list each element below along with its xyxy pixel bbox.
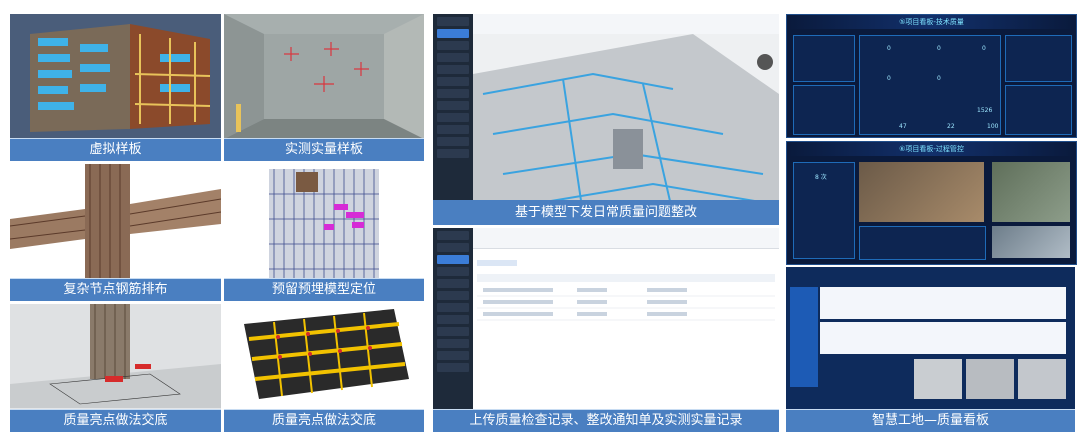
site-photo-main <box>859 162 984 222</box>
tile-quality-demo-2: 质量亮点做法交底 <box>224 304 424 432</box>
caption-upload-records: 上传质量检查记录、整改通知单及实测实量记录 <box>433 409 779 432</box>
quality-demo-2-render <box>224 304 424 408</box>
tile-rebar-layout: 复杂节点钢筋排布 <box>10 164 221 301</box>
tech-value-3: 0 <box>982 45 986 52</box>
tile-model-rectify: 基于模型下发日常质量问题整改 <box>433 14 779 225</box>
dashboard-tech-quality-title: ⑤项目看板-技术质量 <box>787 15 1076 29</box>
caption-embedded-position: 预留预埋模型定位 <box>224 278 424 301</box>
smart-site-sidebar <box>790 287 818 387</box>
tech-value-7: 47 <box>899 123 907 130</box>
tech-value-9: 100 <box>987 123 999 130</box>
bim-model-view <box>473 34 779 225</box>
smart-site-photo-3 <box>1018 359 1066 399</box>
site-photo-thumb <box>992 226 1070 258</box>
records-sidebar <box>433 228 473 432</box>
caption-quality-demo-1: 质量亮点做法交底 <box>10 409 221 432</box>
dashboard-process: ⑥项目看板-过程管控 8 次 <box>786 141 1077 265</box>
tile-virtual-sample: 虚拟样板 <box>10 14 221 161</box>
tile-quality-demo-1: 质量亮点做法交底 <box>10 304 221 432</box>
caption-quality-demo-2: 质量亮点做法交底 <box>224 409 424 432</box>
process-stat: 8 次 <box>815 174 827 181</box>
caption-measured-sample: 实测实量样板 <box>224 138 424 161</box>
tech-value-4: 0 <box>887 75 891 82</box>
tech-value-6: 1526 <box>977 107 993 114</box>
smart-site-photo-2 <box>966 359 1014 399</box>
tile-embedded-position: 预留预埋模型定位 <box>224 164 424 301</box>
caption-virtual-sample: 虚拟样板 <box>10 138 221 161</box>
tile-smart-site: 智慧工地—质量看板 <box>786 267 1075 432</box>
virtual-sample-render <box>10 14 221 139</box>
tech-value-8: 22 <box>947 123 955 130</box>
measured-sample-render <box>224 14 424 139</box>
platform-sidebar <box>433 14 473 225</box>
records-toolbar <box>473 228 779 249</box>
dashboard-tech-quality: ⑤项目看板-技术质量 0 0 0 0 0 1526 47 22 100 <box>786 14 1077 138</box>
embedded-position-render <box>224 164 424 279</box>
caption-model-rectify: 基于模型下发日常质量问题整改 <box>433 200 779 225</box>
tech-value-2: 0 <box>937 45 941 52</box>
caption-rebar-layout: 复杂节点钢筋排布 <box>10 278 221 301</box>
rebar-layout-render <box>10 164 221 279</box>
caption-smart-site: 智慧工地—质量看板 <box>786 409 1075 432</box>
platform-toolbar <box>473 14 779 35</box>
tile-upload-records: 上传质量检查记录、整改通知单及实测实量记录 <box>433 228 779 432</box>
smart-site-photo-1 <box>914 359 962 399</box>
tile-measured-sample: 实测实量样板 <box>224 14 424 161</box>
site-photo-side <box>992 162 1070 222</box>
records-table <box>477 252 775 402</box>
smart-site-chart-2 <box>820 322 1066 354</box>
dashboard-process-title: ⑥项目看板-过程管控 <box>787 142 1076 156</box>
tech-value-1: 0 <box>887 45 891 52</box>
quality-demo-1-render <box>10 304 221 408</box>
tech-value-5: 0 <box>937 75 941 82</box>
smart-site-chart-1 <box>820 287 1066 319</box>
